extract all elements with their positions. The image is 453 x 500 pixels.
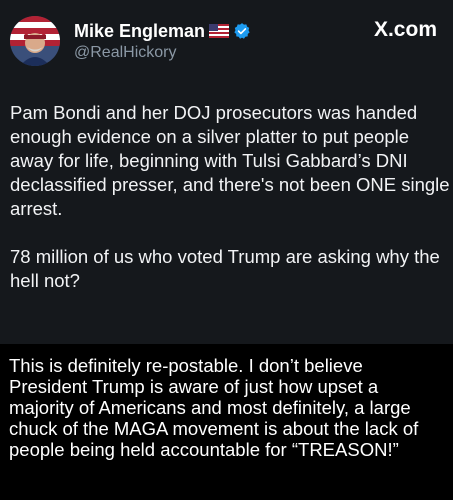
us-flag-icon <box>209 24 230 38</box>
avatar-photo <box>10 16 60 66</box>
author-name[interactable]: Mike Engleman <box>74 21 205 42</box>
verified-badge-icon <box>233 22 251 40</box>
tweet-paragraph: 78 million of us who voted Trump are ask… <box>10 246 440 291</box>
comment-text: This is definitely re-postable. I don’t … <box>9 355 419 460</box>
tweet-text: Pam Bondi and her DOJ prosecutors was ha… <box>10 101 450 293</box>
avatar[interactable] <box>10 16 60 66</box>
author-handle[interactable]: @RealHickory <box>74 44 176 62</box>
author-name-row: Mike Engleman <box>74 19 251 43</box>
x-logo: X.com <box>373 18 437 41</box>
tweet-paragraph: Pam Bondi and her DOJ prosecutors was ha… <box>10 102 450 219</box>
tweet-card: Mike Engleman @RealHickory X.com Pam Bon… <box>0 0 453 344</box>
